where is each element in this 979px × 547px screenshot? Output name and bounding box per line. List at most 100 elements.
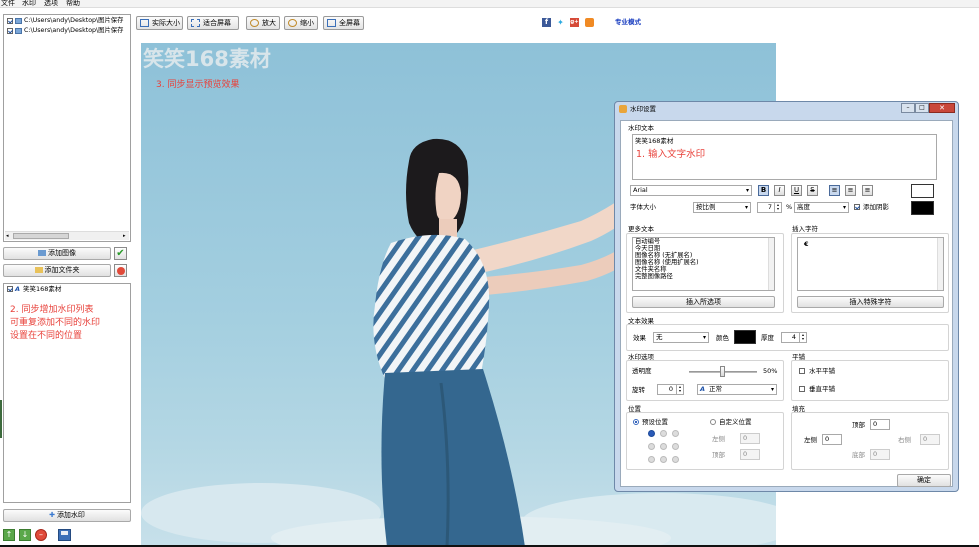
tile-group: 水平平铺 垂直平铺	[791, 360, 949, 401]
menu-bar: 文件 水印 选项 帮助	[0, 0, 979, 8]
position-dot[interactable]	[648, 443, 655, 450]
fit-screen-button[interactable]: 适合屏幕	[187, 16, 239, 30]
position-dot[interactable]	[648, 456, 655, 463]
padding-bottom-input[interactable]: 0	[870, 449, 890, 460]
padding-left-input[interactable]: 0	[822, 434, 842, 445]
close-button[interactable]: ✕	[929, 103, 955, 113]
pro-mode-link[interactable]: 专业模式	[615, 18, 641, 26]
ok-button[interactable]: 确定	[897, 474, 951, 487]
move-up-icon[interactable]: ↑	[3, 529, 15, 541]
effect-select[interactable]: 无	[653, 332, 709, 343]
size-value: 7	[767, 203, 772, 211]
bold-button[interactable]: B	[758, 185, 769, 196]
position-dot[interactable]	[672, 430, 679, 437]
list-scrollbar[interactable]	[768, 238, 774, 290]
menu-watermark[interactable]: 水印	[22, 0, 36, 7]
preset-radio[interactable]	[633, 419, 639, 425]
minimize-button[interactable]: –	[901, 103, 915, 113]
watermark-list[interactable]: A 笑笑168素材 2. 同步增加水印列表 可重复添加不同的水印 设置在不同的位…	[3, 283, 131, 503]
size-mode-select[interactable]: 按比例	[693, 202, 751, 213]
watermark-text-input[interactable]: 笑笑168素材 1. 输入文字水印	[632, 134, 937, 180]
position-dot[interactable]	[648, 430, 655, 437]
insert-char-group: € 插入特殊字符	[791, 233, 949, 313]
watermark-checkbox[interactable]	[7, 286, 13, 292]
spin-up-down-icon[interactable]: ▴ ▾	[799, 333, 806, 342]
add-watermark-button[interactable]: ✚ 添加水印	[3, 509, 131, 522]
facebook-icon[interactable]: f	[542, 18, 551, 27]
tile-horizontal-checkbox[interactable]	[799, 368, 805, 374]
insert-special-button[interactable]: 插入特殊字符	[797, 296, 944, 308]
position-dot[interactable]	[660, 430, 667, 437]
actual-size-button[interactable]: 实际大小	[136, 16, 183, 30]
twitter-icon[interactable]: ✦	[556, 18, 565, 27]
opacity-slider-thumb[interactable]	[720, 366, 725, 377]
tile-vertical-checkbox[interactable]	[799, 386, 805, 392]
char-scrollbar[interactable]	[937, 238, 943, 290]
maximize-button[interactable]: □	[915, 103, 929, 113]
char-preview[interactable]: €	[804, 240, 809, 248]
confirm-check-icon[interactable]: ✔	[114, 247, 127, 260]
custom-label: 自定义位置	[719, 418, 752, 426]
list-item[interactable]: 完整图像路径	[635, 273, 772, 281]
spin-up-down-icon[interactable]: ▴ ▾	[774, 203, 781, 212]
watermark-item[interactable]: 笑笑168素材	[23, 285, 61, 293]
effect-color-swatch[interactable]	[734, 330, 756, 344]
spin-up-down-icon[interactable]: ▴ ▾	[676, 385, 683, 394]
fullscreen-button[interactable]: 全屏幕	[323, 16, 364, 30]
position-dot[interactable]	[660, 443, 667, 450]
align-right-button[interactable]: ≡	[862, 185, 873, 196]
size-value-input[interactable]: 7 ▴ ▾	[757, 202, 782, 213]
zoom-in-button[interactable]: 放大	[246, 16, 280, 30]
remove-icon[interactable]	[114, 264, 127, 277]
menu-options[interactable]: 选项	[44, 0, 58, 7]
save-icon[interactable]	[58, 529, 71, 541]
menu-file[interactable]: 文件	[1, 0, 15, 7]
shadow-color-swatch[interactable]	[911, 201, 934, 215]
strikethrough-button[interactable]: S	[807, 185, 818, 196]
rss-icon[interactable]	[585, 18, 594, 27]
text-section-label: 水印文本	[628, 124, 654, 132]
scroll-left-icon[interactable]: ◂	[6, 233, 9, 239]
file-path[interactable]: C:\Users\andy\Desktop\图片保存	[24, 27, 123, 35]
add-image-button[interactable]: 添加图像	[3, 247, 111, 260]
horizontal-scrollbar[interactable]: ◂ ▸	[5, 231, 129, 240]
italic-button[interactable]: I	[774, 185, 785, 196]
preview-note: 3. 同步显示预览效果	[156, 80, 240, 90]
menu-help[interactable]: 帮助	[66, 0, 80, 7]
rotate-input[interactable]: 0 ▴ ▾	[657, 384, 684, 395]
delete-icon[interactable]: –	[35, 529, 47, 541]
dialog-titlebar[interactable]: 水印设置 – □ ✕	[615, 102, 958, 117]
position-dot[interactable]	[672, 443, 679, 450]
zoom-out-button[interactable]: 缩小	[284, 16, 318, 30]
custom-radio[interactable]	[710, 419, 716, 425]
char-grid[interactable]: €	[797, 237, 944, 291]
file-list[interactable]: C:\Users\andy\Desktop\图片保存 C:\Users\andy…	[3, 14, 131, 242]
add-folder-button[interactable]: 添加文件夹	[3, 264, 111, 277]
font-select[interactable]: Arial	[630, 185, 752, 196]
scroll-right-icon[interactable]: ▸	[123, 233, 126, 239]
insert-selected-button[interactable]: 插入所选项	[632, 296, 775, 308]
move-down-icon[interactable]: ↓	[19, 529, 31, 541]
left-input[interactable]: 0	[740, 433, 760, 444]
shadow-label: 添加阴影	[863, 203, 889, 211]
top-input[interactable]: 0	[740, 449, 760, 460]
position-dot[interactable]	[660, 456, 667, 463]
text-color-swatch[interactable]	[911, 184, 934, 198]
thickness-input[interactable]: 4 ▴ ▾	[781, 332, 807, 343]
watermark-settings-dialog[interactable]: 水印设置 – □ ✕ 水印文本 笑笑168素材 1. 输入文字水印 Arial …	[614, 101, 959, 492]
align-center-button[interactable]: ≡	[845, 185, 856, 196]
scroll-thumb[interactable]	[13, 233, 69, 239]
align-left-button[interactable]: ≡	[829, 185, 840, 196]
more-text-list[interactable]: 自动编号 今天日期 图像名称 (无扩展名) 图像名称 (使用扩展名) 文件夹名称…	[632, 237, 775, 291]
padding-top-input[interactable]: 0	[870, 419, 890, 430]
padding-right-input[interactable]: 0	[920, 434, 940, 445]
underline-button[interactable]: U	[791, 185, 802, 196]
google-plus-icon[interactable]: g+	[570, 18, 579, 27]
position-dot[interactable]	[672, 456, 679, 463]
size-base-select[interactable]: 高度	[794, 202, 849, 213]
file-path[interactable]: C:\Users\andy\Desktop\图片保存	[24, 17, 123, 25]
shadow-checkbox[interactable]	[854, 204, 860, 210]
rotate-mode-select[interactable]: A 正常	[697, 384, 777, 395]
file-checkbox[interactable]	[7, 28, 13, 34]
file-checkbox[interactable]	[7, 18, 13, 24]
